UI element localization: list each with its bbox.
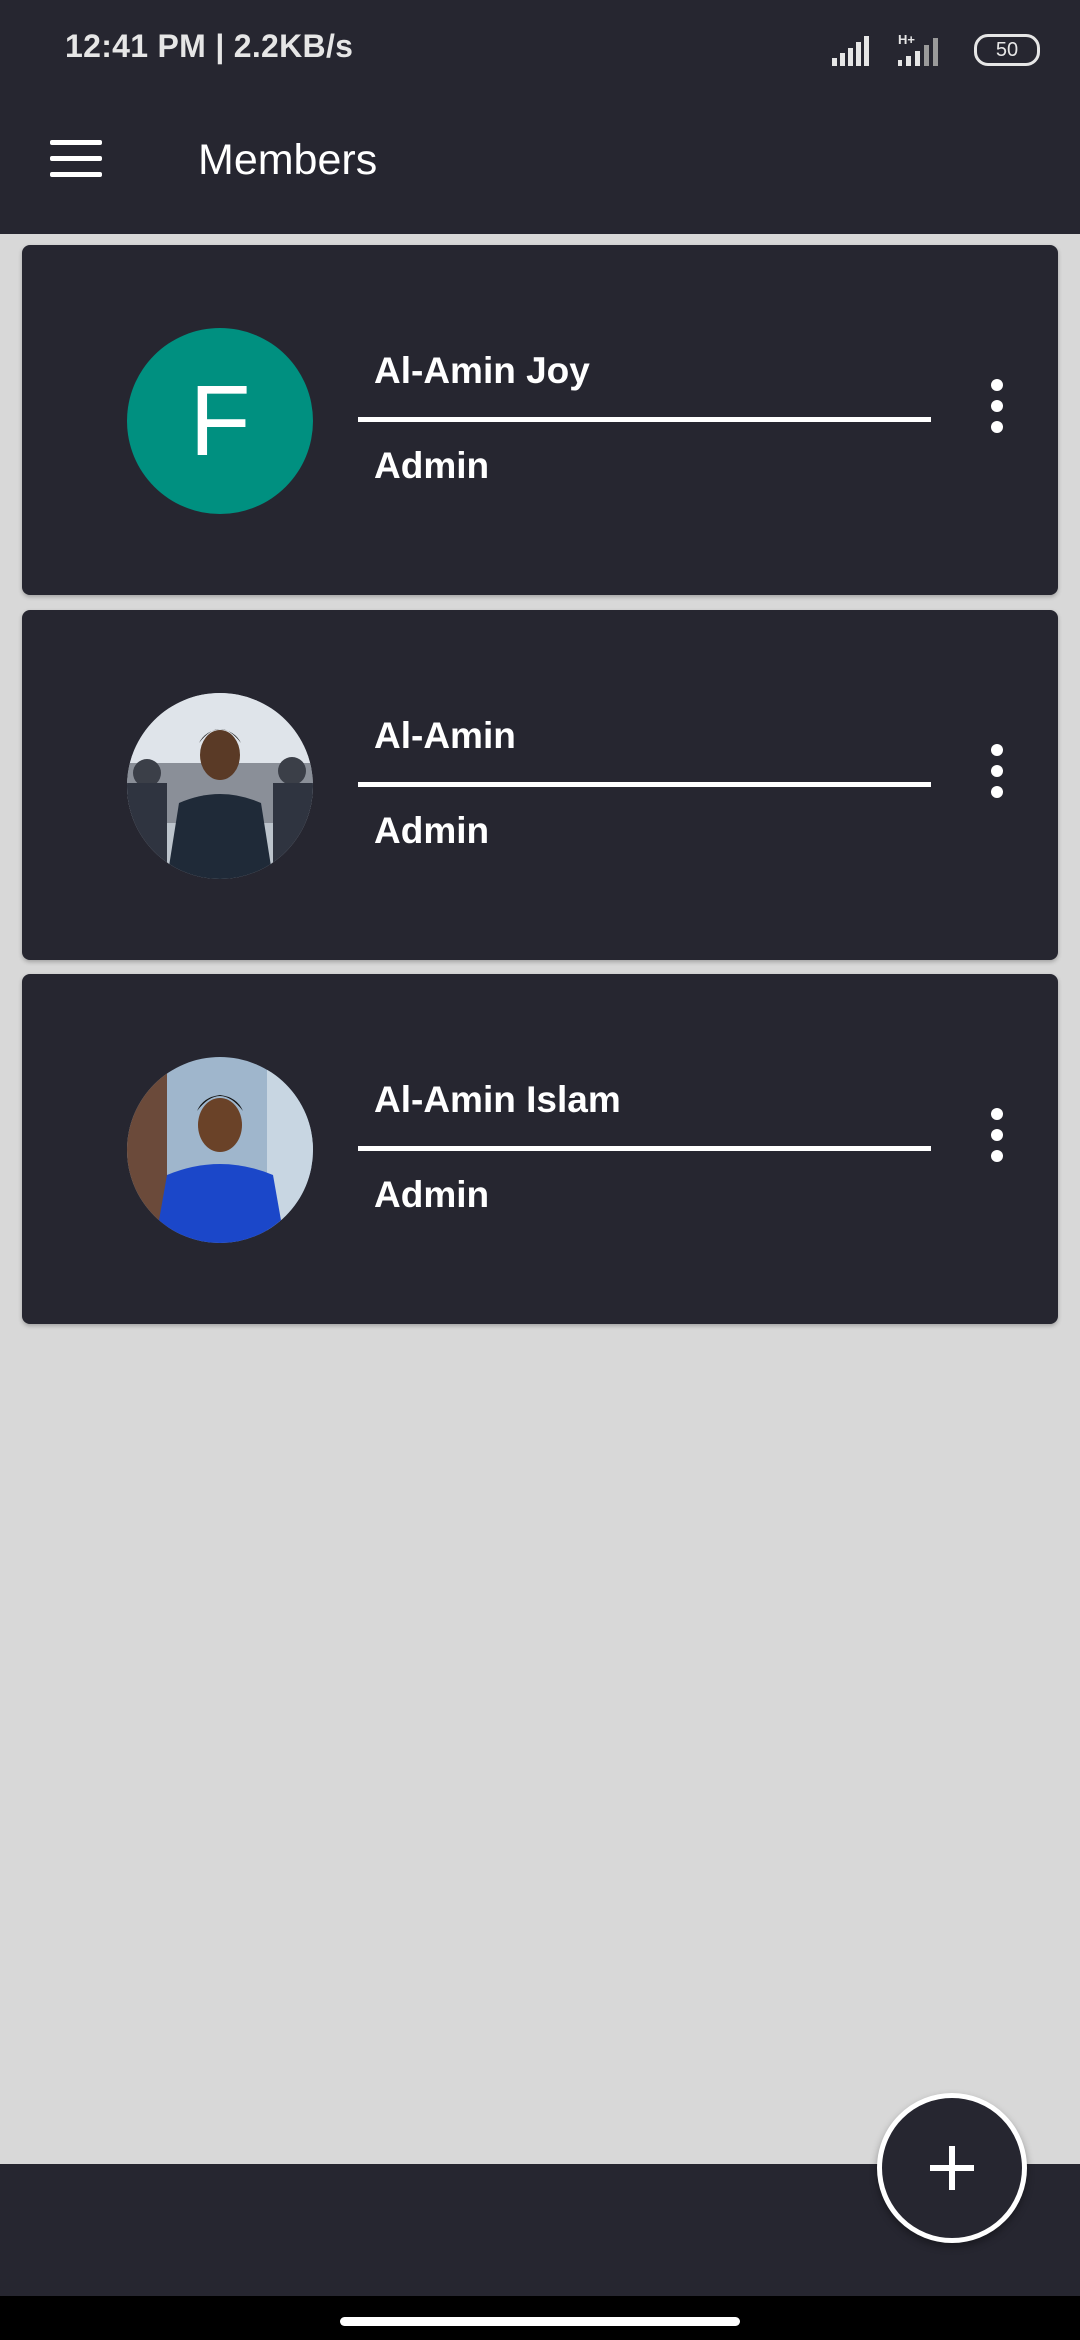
more-options-icon[interactable] [962, 1100, 1032, 1170]
member-role: Admin [374, 445, 490, 486]
name-divider [358, 417, 931, 422]
avatar[interactable]: F [127, 328, 313, 514]
status-bar: 12:41 PM | 2.2KB/s H+ 50 [0, 0, 1080, 100]
signal-hplus-icon: H+ [898, 32, 938, 66]
page-title: Members [198, 136, 378, 184]
battery-level: 50 [995, 38, 1019, 61]
add-member-button[interactable] [877, 2093, 1027, 2243]
battery-icon: 50 [974, 34, 1040, 66]
avatar-photo[interactable] [127, 1057, 313, 1243]
member-card[interactable]: Al-Amin Islam Admin [22, 974, 1058, 1324]
member-role: Admin [374, 1174, 490, 1215]
app-bar: Members [0, 100, 1080, 234]
member-card[interactable]: Al-Amin Admin [22, 610, 1058, 960]
home-indicator[interactable] [340, 2317, 740, 2326]
signal-icon [832, 36, 869, 66]
avatar-photo[interactable] [127, 693, 313, 879]
member-name: Al-Amin Islam [374, 1079, 621, 1120]
member-name: Al-Amin Joy [374, 350, 590, 391]
plus-icon [930, 2146, 974, 2190]
avatar-letter: F [189, 364, 251, 477]
status-time-speed: 12:41 PM | 2.2KB/s [65, 28, 354, 64]
member-card[interactable]: F Al-Amin Joy Admin [22, 245, 1058, 595]
more-options-icon[interactable] [962, 736, 1032, 806]
hamburger-menu-icon[interactable] [48, 138, 104, 194]
name-divider [358, 782, 931, 787]
svg-text:H+: H+ [898, 32, 915, 47]
more-options-icon[interactable] [962, 371, 1032, 441]
name-divider [358, 1146, 931, 1151]
member-role: Admin [374, 810, 490, 851]
status-icons: H+ 50 [832, 28, 1040, 72]
member-name: Al-Amin [374, 715, 516, 756]
